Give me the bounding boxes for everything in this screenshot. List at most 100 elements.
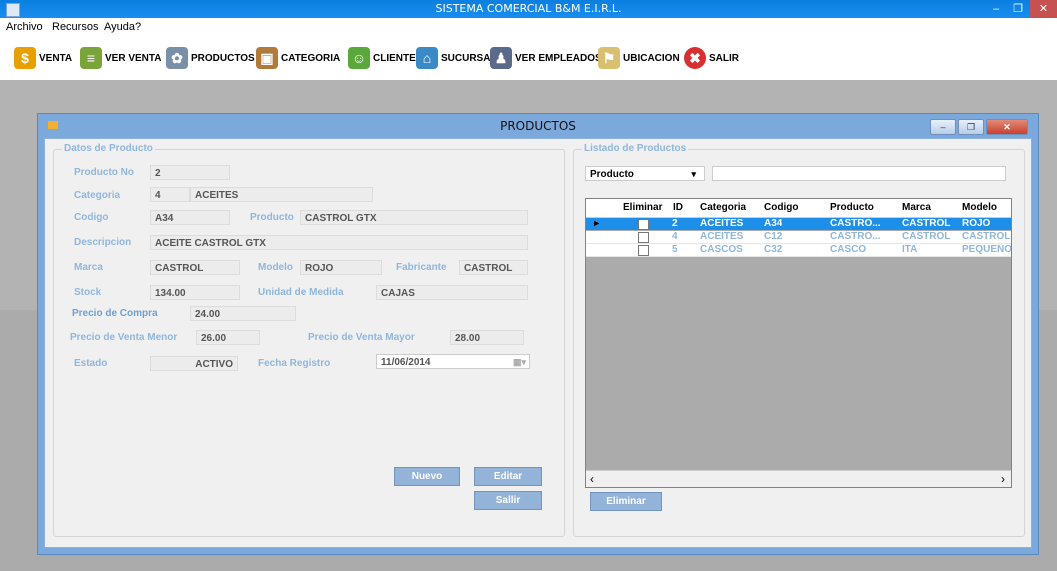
precio-compra-label: Precio de Compra bbox=[72, 308, 158, 319]
fabricante-field[interactable]: CASTROL bbox=[459, 260, 528, 275]
group-title: Listado de Productos bbox=[582, 143, 689, 154]
cell-codigo: C32 bbox=[764, 244, 783, 255]
categoria-name-field[interactable]: ACEITES bbox=[190, 187, 373, 202]
col-categoria[interactable]: Categoria bbox=[700, 199, 746, 217]
col-codigo[interactable]: Codigo bbox=[764, 199, 798, 217]
toolbar-ver-empleados-button[interactable]: ♟ VER EMPLEADOS bbox=[490, 46, 602, 70]
menu-recursos[interactable]: Recursos bbox=[52, 21, 98, 33]
toolbar-sucursal-button[interactable]: ⌂ SUCURSAL bbox=[416, 46, 497, 70]
col-producto[interactable]: Producto bbox=[830, 199, 874, 217]
col-marca[interactable]: Marca bbox=[902, 199, 931, 217]
cell-modelo: PEQUEÑO bbox=[962, 244, 1011, 255]
chevron-down-icon: ▾ bbox=[691, 169, 696, 179]
fecha-label: Fecha Registro bbox=[258, 358, 331, 369]
main-title-bar: SISTEMA COMERCIAL B&M E.I.R.L. – ❐ ✕ bbox=[0, 0, 1057, 18]
col-id[interactable]: ID bbox=[673, 199, 683, 217]
scroll-left-icon[interactable]: ‹ bbox=[590, 471, 594, 487]
cell-modelo: ROJO bbox=[962, 218, 991, 229]
categoria-label: Categoria bbox=[74, 190, 121, 201]
descripcion-label: Descripcion bbox=[74, 237, 132, 248]
toolbar-productos-button[interactable]: ✿ PRODUCTOS bbox=[166, 46, 255, 70]
estado-label: Estado bbox=[74, 358, 108, 369]
toolbar-categoria-button[interactable]: ▣ CATEGORIA bbox=[256, 46, 340, 70]
menu-ayuda[interactable]: Ayuda? bbox=[104, 21, 141, 33]
categoria-id-field[interactable]: 4 bbox=[150, 187, 190, 202]
stock-field[interactable]: 134.00 bbox=[150, 285, 240, 300]
unidad-field[interactable]: CAJAS bbox=[376, 285, 528, 300]
cell-categoria: ACEITES bbox=[700, 218, 744, 229]
cell-categoria: ACEITES bbox=[700, 231, 744, 242]
cell-id: 2 bbox=[672, 218, 678, 229]
scroll-right-icon[interactable]: › bbox=[1001, 471, 1005, 487]
pv-menor-field[interactable]: 26.00 bbox=[196, 330, 260, 345]
pv-menor-label: Precio de Venta Menor bbox=[70, 332, 178, 343]
menu-bar: Archivo Recursos Ayuda? bbox=[0, 18, 1057, 36]
marca-field[interactable]: CASTROL bbox=[150, 260, 240, 275]
maximize-button[interactable]: ❐ bbox=[1007, 0, 1029, 18]
salir-button[interactable]: Sallir bbox=[474, 491, 542, 510]
codigo-field[interactable]: A34 bbox=[150, 210, 230, 225]
child-close-button[interactable]: ✕ bbox=[986, 119, 1028, 135]
eliminar-checkbox[interactable] bbox=[638, 232, 649, 243]
toolbar-salir-button[interactable]: ✖ SALIR bbox=[684, 46, 739, 70]
descripcion-field[interactable]: ACEITE CASTROL GTX bbox=[150, 235, 528, 250]
cell-id: 5 bbox=[672, 244, 678, 255]
marca-label: Marca bbox=[74, 262, 103, 273]
precio-compra-field[interactable]: 24.00 bbox=[190, 306, 296, 321]
child-minimize-button[interactable]: – bbox=[930, 119, 956, 135]
nuevo-button[interactable]: Nuevo bbox=[394, 467, 460, 486]
filter-select[interactable]: Producto ▾ bbox=[585, 166, 705, 181]
eliminar-checkbox[interactable] bbox=[638, 219, 649, 230]
cell-producto: CASTRO... bbox=[830, 231, 881, 242]
search-input[interactable] bbox=[712, 166, 1006, 181]
toolbar-label: SUCURSAL bbox=[441, 52, 497, 64]
calendar-icon[interactable]: ▦▾ bbox=[513, 355, 526, 370]
producto-no-field[interactable]: 2 bbox=[150, 165, 230, 180]
exit-icon: ✖ bbox=[684, 47, 706, 69]
stock-label: Stock bbox=[74, 287, 102, 298]
close-button[interactable]: ✕ bbox=[1030, 0, 1057, 18]
producto-label: Producto bbox=[250, 212, 294, 223]
pv-mayor-field[interactable]: 28.00 bbox=[450, 330, 524, 345]
toolbar-ver-venta-button[interactable]: ≡ VER VENTA bbox=[80, 46, 162, 70]
toolbar-ubicacion-button[interactable]: ⚑ UBICACION bbox=[598, 46, 680, 70]
horizontal-scrollbar[interactable]: ‹ › bbox=[586, 470, 1011, 487]
producto-field[interactable]: CASTROL GTX bbox=[300, 210, 528, 225]
col-eliminar[interactable]: Eliminar bbox=[623, 199, 662, 217]
col-modelo[interactable]: Modelo bbox=[962, 199, 997, 217]
table-row[interactable]: ▸ 2 ACEITES A34 CASTRO... CASTROL ROJO bbox=[586, 218, 1011, 230]
listado-productos-group: Listado de Productos Producto ▾ Eliminar… bbox=[573, 143, 1025, 537]
modelo-label: Modelo bbox=[258, 262, 293, 273]
dollar-icon: $ bbox=[14, 47, 36, 69]
filter-select-value: Producto bbox=[590, 169, 634, 180]
cell-codigo: A34 bbox=[764, 218, 783, 229]
productos-grid: Eliminar ID Categoria Codigo Producto Ma… bbox=[585, 198, 1012, 488]
toolbar-venta-button[interactable]: $ VENTA bbox=[14, 46, 72, 70]
cell-modelo: CASTROL bbox=[962, 231, 1011, 242]
producto-no-label: Producto No bbox=[74, 167, 134, 178]
products-icon: ✿ bbox=[166, 47, 188, 69]
employee-icon: ♟ bbox=[490, 47, 512, 69]
productos-window: PRODUCTOS – ❐ ✕ Datos de Producto Produc… bbox=[37, 113, 1039, 555]
table-row[interactable]: 4 ACEITES C12 CASTRO... CASTROL CASTROL bbox=[586, 231, 1011, 244]
menu-archivo[interactable]: Archivo bbox=[6, 21, 43, 33]
codigo-label: Codigo bbox=[74, 212, 109, 223]
toolbar-clientes-button[interactable]: ☺ CLIENTES bbox=[348, 46, 422, 70]
productos-client-area: Datos de Producto Producto No 2 Categori… bbox=[44, 138, 1032, 548]
fecha-datepicker[interactable]: 11/06/2014 ▦▾ bbox=[376, 354, 530, 369]
editar-button[interactable]: Editar bbox=[474, 467, 542, 486]
toolbar-label: VENTA bbox=[39, 52, 73, 64]
table-row[interactable]: 5 CASCOS C32 CASCO ITA PEQUEÑO bbox=[586, 244, 1011, 257]
toolbar-label: CATEGORIA bbox=[281, 52, 341, 64]
clients-icon: ☺ bbox=[348, 47, 370, 69]
modelo-field[interactable]: ROJO bbox=[300, 260, 382, 275]
estado-field[interactable]: ACTIVO bbox=[150, 356, 238, 371]
toolbar-label: VER EMPLEADOS bbox=[515, 52, 602, 64]
minimize-button[interactable]: – bbox=[985, 0, 1007, 18]
cell-categoria: CASCOS bbox=[700, 244, 743, 255]
productos-window-title: PRODUCTOS bbox=[500, 119, 576, 133]
cell-producto: CASCO bbox=[830, 244, 867, 255]
eliminar-checkbox[interactable] bbox=[638, 245, 649, 256]
child-maximize-button[interactable]: ❐ bbox=[958, 119, 984, 135]
eliminar-button[interactable]: Eliminar bbox=[590, 492, 662, 511]
